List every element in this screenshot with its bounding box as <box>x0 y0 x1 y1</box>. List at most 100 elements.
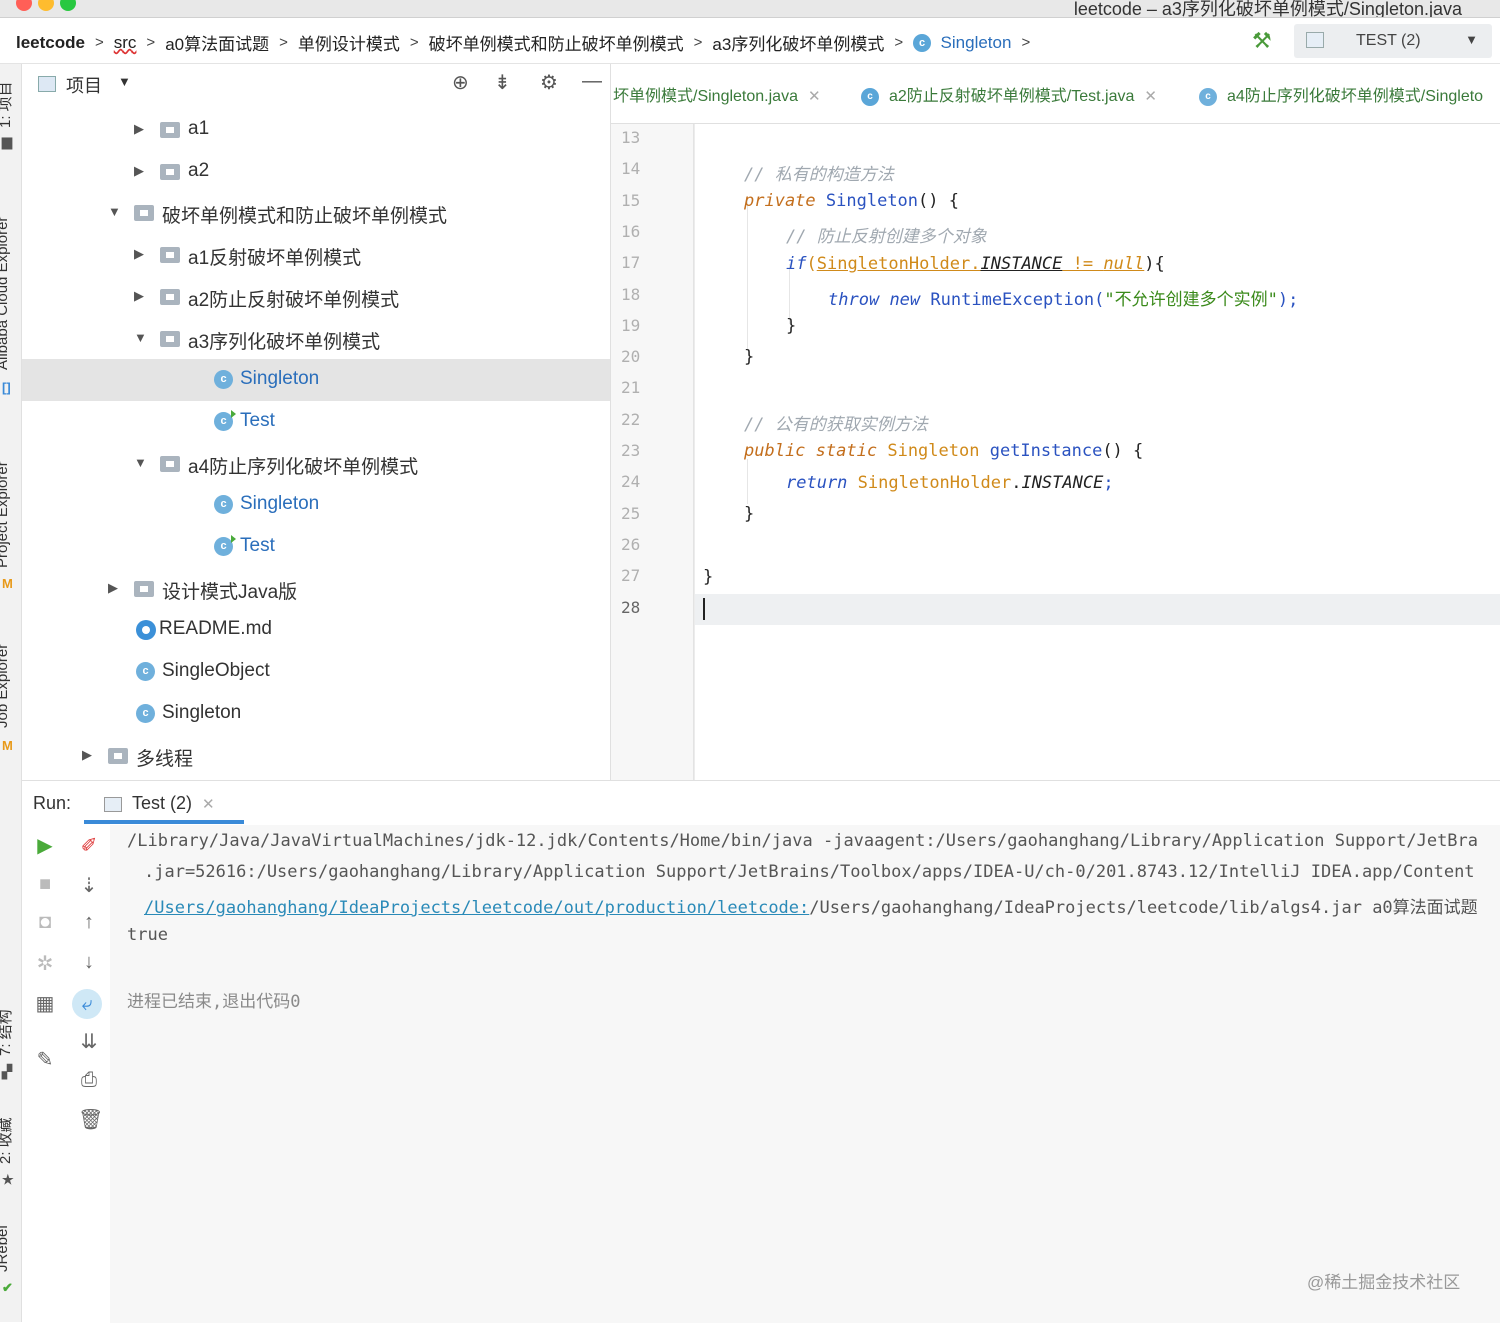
tree-item[interactable]: ▶ a1 <box>22 109 610 151</box>
hide-minus-icon[interactable]: — <box>582 70 602 93</box>
editor-tab-test[interactable]: c a2防止反射破坏单例模式/Test.java ✕ <box>861 82 1157 106</box>
editor-tab-a4-singleton[interactable]: c a4防止序列化破坏单例模式/Singleto <box>1199 82 1483 106</box>
tool-tab-favorites[interactable]: 2: 收藏 <box>0 1117 15 1164</box>
print-icon[interactable]: ⎙ <box>78 1069 100 1092</box>
edit-config-icon[interactable]: ✐ <box>78 833 100 858</box>
arrow-down-icon[interactable]: ↓ <box>78 951 100 974</box>
breadcrumb-project[interactable]: leetcode <box>16 33 85 53</box>
tree-item[interactable]: c Singleton <box>22 693 610 735</box>
breadcrumb-package[interactable]: 单例设计模式 <box>298 30 400 55</box>
code-line-25[interactable]: } <box>744 504 754 524</box>
structure-icon: ▞ <box>2 1064 12 1079</box>
run-toolbar-left: ▶ ■ ◘ ✲ ▦ ✎ <box>22 825 66 1323</box>
breadcrumb-package[interactable]: 破坏单例模式和防止破坏单例模式 <box>429 30 684 55</box>
run-tab-test[interactable]: Test (2) ✕ <box>104 793 215 814</box>
run-configuration-selector[interactable]: TEST (2) ▼ <box>1294 24 1492 58</box>
tool-tab-structure[interactable]: 7: 结构 <box>0 1009 15 1056</box>
collapsed-arrow-icon[interactable]: ▶ <box>134 121 144 137</box>
tree-item-label: a3序列化破坏单例模式 <box>188 331 381 353</box>
run-tab-icon <box>104 796 122 812</box>
tool-tab-job-explorer[interactable]: Job Explorer <box>0 644 11 728</box>
locate-crosshair-icon[interactable]: ⊕ <box>452 70 469 95</box>
settings-bug-icon[interactable]: ✲ <box>34 951 56 976</box>
chevron-right-icon: > <box>94 34 104 51</box>
expanded-arrow-icon[interactable]: ▼ <box>108 204 121 219</box>
active-tab-underline <box>84 820 244 824</box>
tree-item[interactable]: ▼ a3序列化破坏单例模式 <box>22 318 610 360</box>
tool-tab-jrebel[interactable]: JRebel <box>0 1225 11 1272</box>
collapsed-arrow-icon[interactable]: ▶ <box>134 246 144 262</box>
code-line-19[interactable]: } <box>786 316 796 336</box>
chevron-right-icon: > <box>693 34 703 51</box>
console-output[interactable]: /Library/Java/JavaVirtualMachines/jdk-12… <box>110 825 1500 1323</box>
gear-icon[interactable]: ⚙ <box>540 70 558 95</box>
close-icon[interactable]: ✕ <box>1144 88 1157 105</box>
rerun-play-icon[interactable]: ▶ <box>34 833 56 858</box>
collapsed-arrow-icon[interactable]: ▶ <box>134 288 144 304</box>
code-line-17[interactable]: if(SingletonHolder.INSTANCE != null){ <box>786 254 1165 274</box>
sort-icon[interactable]: ⇣ <box>78 873 100 898</box>
expanded-arrow-icon[interactable]: ▼ <box>134 330 147 345</box>
zoom-window-button[interactable] <box>60 0 76 11</box>
trash-icon[interactable]: 🗑 <box>78 1107 103 1132</box>
close-icon[interactable]: ✕ <box>808 88 821 105</box>
text-caret <box>703 598 705 620</box>
expanded-arrow-icon[interactable]: ▼ <box>134 455 147 470</box>
console-line: /Library/Java/JavaVirtualMachines/jdk-12… <box>127 831 1479 851</box>
tree-item[interactable]: ▶ a2防止反射破坏单例模式 <box>22 276 610 318</box>
tree-item[interactable]: c Singleton <box>22 484 610 526</box>
soft-wrap-icon[interactable]: ⤶ <box>72 989 102 1019</box>
classpath-link[interactable]: /Users/gaohanghang/IdeaProjects/leetcode… <box>144 898 809 918</box>
code-line-24[interactable]: return SingletonHolder.INSTANCE; <box>786 473 1114 493</box>
code-line-14[interactable]: // 私有的构造方法 <box>744 160 894 185</box>
tree-item[interactable]: README.md <box>22 609 610 651</box>
tree-item[interactable]: ▶ a2 <box>22 151 610 193</box>
pin-icon[interactable]: ✎ <box>34 1047 56 1072</box>
stop-icon[interactable]: ■ <box>34 873 56 896</box>
tree-item[interactable]: ▶ a1反射破坏单例模式 <box>22 234 610 276</box>
tree-item[interactable]: ▼ 破坏单例模式和防止破坏单例模式 <box>22 192 610 234</box>
layout-icon[interactable]: ▦ <box>34 991 56 1016</box>
tree-item[interactable]: ▶ 设计模式Java版 <box>22 568 610 610</box>
collapsed-arrow-icon[interactable]: ▶ <box>82 747 92 763</box>
breadcrumb-package[interactable]: a3序列化破坏单例模式 <box>712 30 884 55</box>
breadcrumb-class[interactable]: Singleton <box>941 33 1012 53</box>
code-line-20[interactable]: } <box>744 347 754 367</box>
caret-down-icon: ▼ <box>1465 32 1478 47</box>
code-line-23[interactable]: public static Singleton getInstance() { <box>744 441 1143 461</box>
jrebel-icon: ✔ <box>2 1280 13 1295</box>
scroll-to-end-icon[interactable]: ⇊ <box>78 1029 100 1054</box>
project-view-label[interactable]: 项目 <box>66 72 102 98</box>
collapsed-arrow-icon[interactable]: ▶ <box>134 163 144 179</box>
tool-tab-project-explorer[interactable]: Project Explorer <box>0 461 11 568</box>
editor-tab-singleton[interactable]: 坏单例模式/Singleton.java ✕ <box>613 82 821 106</box>
code-line-27[interactable]: } <box>703 567 713 587</box>
breadcrumb-package[interactable]: a0算法面试题 <box>165 30 269 55</box>
chevron-down-icon[interactable]: ▼ <box>118 74 131 89</box>
tree-item[interactable]: ▶ 多线程 <box>22 735 610 777</box>
tree-item[interactable]: c SingleObject <box>22 651 610 693</box>
code-line-22[interactable]: // 公有的获取实例方法 <box>744 410 928 435</box>
run-configuration-label: TEST (2) <box>1356 32 1421 49</box>
tool-tab-project[interactable]: 1: 项目 <box>0 81 15 128</box>
tool-tab-alibaba-cloud[interactable]: Alibaba Cloud Explorer <box>0 217 11 370</box>
close-window-button[interactable] <box>16 0 32 11</box>
code-line-15[interactable]: private Singleton() { <box>744 191 959 211</box>
tree-item[interactable]: c Test <box>22 526 610 568</box>
breadcrumb-src[interactable]: src <box>114 33 137 53</box>
tree-item[interactable]: c Singleton <box>22 359 610 402</box>
minimize-window-button[interactable] <box>38 0 54 11</box>
arrow-up-icon[interactable]: ↑ <box>78 911 100 934</box>
folder-icon <box>160 288 180 305</box>
camera-icon[interactable]: ◘ <box>34 911 56 934</box>
chevron-right-icon: > <box>146 34 156 51</box>
code-line-16[interactable]: // 防止反射创建多个对象 <box>786 222 987 247</box>
collapsed-arrow-icon[interactable]: ▶ <box>108 580 118 596</box>
build-hammer-icon[interactable]: ⚒ <box>1252 28 1272 54</box>
collapse-all-icon[interactable]: ⇟ <box>494 70 511 95</box>
code-line-18[interactable]: throw new RuntimeException("不允许创建多个实例"); <box>828 285 1298 310</box>
tree-item-label: README.md <box>159 618 272 640</box>
tree-item[interactable]: c Test <box>22 401 610 443</box>
tree-item[interactable]: ▼ a4防止序列化破坏单例模式 <box>22 443 610 485</box>
close-icon[interactable]: ✕ <box>202 796 215 813</box>
